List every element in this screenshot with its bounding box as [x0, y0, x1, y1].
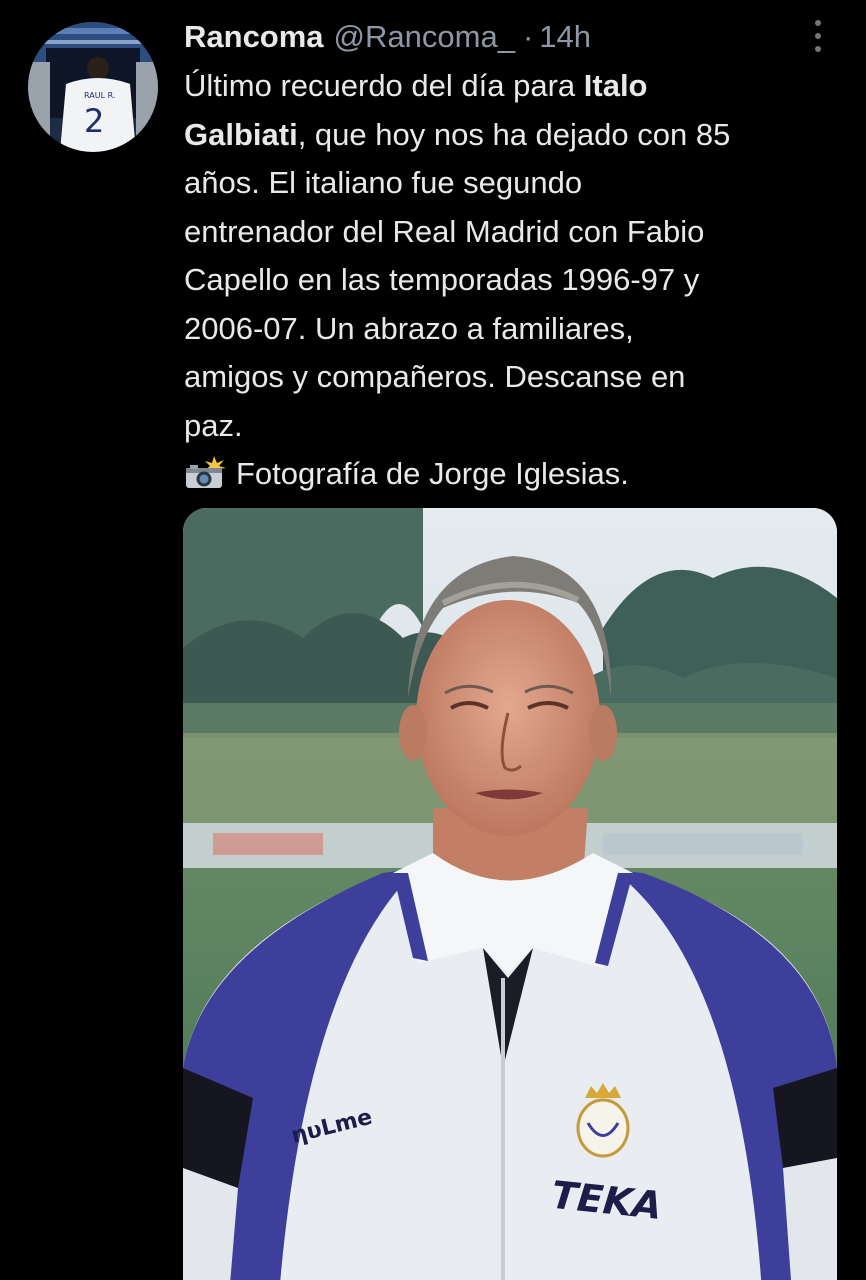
photo-of-man-in-football-polo: TEKA ηυLme — [183, 508, 837, 1280]
photo-credit-line: Fotografía de Jorge Iglesias. — [184, 450, 844, 499]
tweet-timestamp[interactable]: 14h — [539, 19, 591, 55]
author-handle[interactable]: @Rancoma_ — [334, 19, 515, 55]
tweet-text-line: 2006-07. Un abrazo a familiares, — [184, 310, 634, 346]
tweet-text-line: Capello en las temporadas 1996-97 y — [184, 262, 700, 297]
tweet-text-line: Último recuerdo del día para Italo — [184, 62, 844, 111]
separator-dot: · — [522, 19, 534, 54]
photo-credit-text: Fotografía de Jorge Iglesias. — [236, 456, 629, 491]
tweet-photo[interactable]: TEKA ηυLme — [183, 508, 837, 1280]
author-display-name[interactable]: Rancoma — [184, 19, 324, 55]
profile-photo-jersey-icon: RAUL R. 2 — [28, 22, 158, 152]
tweet-text-line: amigos y compañeros. Descanse en — [184, 359, 686, 394]
avatar-jersey-number: 2 — [84, 102, 104, 140]
more-vertical-icon[interactable] — [806, 18, 830, 54]
camera-flash-icon — [186, 456, 226, 488]
avatar[interactable]: RAUL R. 2 — [28, 22, 158, 152]
text-bold-segment: Italo — [583, 68, 648, 103]
text-segment: Último recuerdo del día para — [184, 68, 584, 103]
tweet-header: Rancoma @Rancoma_ · 14h — [184, 14, 591, 60]
tweet-text-line: entrenador del Real Madrid con Fabio — [184, 213, 705, 249]
tweet-text: Último recuerdo del día para Italo Galbi… — [184, 62, 844, 499]
tweet-text-line: años. El italiano fue segundo — [184, 165, 583, 200]
tweet-text-line: Galbiati, que hoy nos ha dejado con 85 — [184, 111, 844, 160]
text-segment: , que hoy nos ha dejado con 85 — [297, 116, 731, 152]
text-bold-segment: Galbiati — [184, 116, 298, 152]
tweet-text-line: paz. — [184, 407, 243, 443]
tweet[interactable]: RAUL R. 2 Rancoma @Rancoma_ · 14h Último… — [0, 0, 866, 1280]
avatar-jersey-name: RAUL R. — [84, 91, 115, 100]
